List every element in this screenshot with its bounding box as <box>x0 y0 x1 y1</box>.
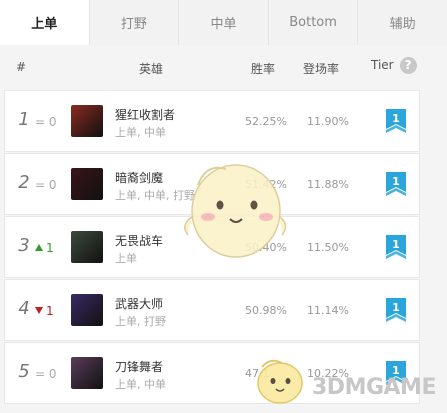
win-rate: 52.25% <box>245 115 287 128</box>
champion-row[interactable]: 4 1 武器大师上单, 打野 50.98% 11.14% 1 <box>4 279 420 341</box>
champion-roles: 上单, 中单 <box>115 378 166 391</box>
rank-column-header: # <box>16 60 27 74</box>
pickrate-column-header[interactable]: 登场率 <box>303 60 339 77</box>
rank-change-value: 1 <box>46 304 54 318</box>
rank-change: = 0 <box>35 115 57 129</box>
champion-roles: 上单 <box>115 252 137 265</box>
tier-badge-icon: 1 <box>386 109 406 133</box>
win-rate: 50.98% <box>245 304 287 317</box>
pick-rate: 11.90% <box>307 115 349 128</box>
rank-number: 1 <box>18 109 30 130</box>
champion-name[interactable]: 无畏战车 <box>115 232 163 249</box>
tier-value: 1 <box>392 112 400 125</box>
tier-label: Tier <box>371 58 394 72</box>
tab-mid[interactable]: 中单 <box>179 0 269 45</box>
champion-avatar[interactable] <box>71 231 103 263</box>
table-header: # 英雄 胜率 登场率 Tier? <box>0 45 447 90</box>
tab-bottom[interactable]: Bottom <box>269 0 359 45</box>
small-mascot-icon <box>257 359 303 404</box>
tier-value: 1 <box>392 175 400 188</box>
help-icon[interactable]: ? <box>399 57 417 74</box>
champion-avatar[interactable] <box>71 294 103 326</box>
tier-column-header: Tier? <box>371 57 417 74</box>
champion-avatar[interactable] <box>71 105 103 137</box>
tier-badge-icon: 1 <box>386 235 406 259</box>
site-watermark: 3DMGAME <box>312 375 436 400</box>
pick-rate: 11.14% <box>307 304 349 317</box>
rank-number: 2 <box>18 172 30 193</box>
tier-badge-icon: 1 <box>386 172 406 196</box>
champion-name[interactable]: 刀锋舞者 <box>115 358 163 375</box>
champion-roles: 上单, 中单 <box>115 126 166 139</box>
winrate-column-header[interactable]: 胜率 <box>251 60 275 77</box>
rank-change-value: = 0 <box>35 178 57 192</box>
rank-change: = 0 <box>35 178 57 192</box>
rank-change: = 0 <box>35 367 57 381</box>
rank-change-value: 1 <box>46 241 54 255</box>
tab-top[interactable]: 上单 <box>0 0 90 45</box>
rank-change-value: = 0 <box>35 115 57 129</box>
tier-value: 1 <box>392 238 400 251</box>
champion-name[interactable]: 暗裔剑魔 <box>115 169 163 186</box>
champion-avatar[interactable] <box>71 168 103 200</box>
rank-number: 3 <box>18 235 30 256</box>
tab-jungle[interactable]: 打野 <box>90 0 180 45</box>
hero-column-header: 英雄 <box>139 62 164 76</box>
rank-change: 1 <box>35 304 54 318</box>
position-tabs: 上单 打野 中单 Bottom 辅助 <box>0 0 447 46</box>
champion-row[interactable]: 1 = 0 猩红收割者上单, 中单 52.25% 11.90% 1 <box>4 90 420 152</box>
mascot-watermark-icon <box>184 164 287 258</box>
rank-change: 1 <box>35 241 54 255</box>
champion-name[interactable]: 武器大师 <box>115 295 163 312</box>
rank-change-value: = 0 <box>35 367 57 381</box>
rank-number: 5 <box>18 361 30 382</box>
rank-number: 4 <box>18 298 30 319</box>
tier-badge-icon: 1 <box>386 298 406 322</box>
trend-up-icon <box>35 244 43 251</box>
tier-value: 1 <box>392 301 400 314</box>
champion-name[interactable]: 猩红收割者 <box>115 106 175 123</box>
pick-rate: 11.88% <box>307 178 349 191</box>
champion-avatar[interactable] <box>71 357 103 389</box>
pick-rate: 11.50% <box>307 241 349 254</box>
champion-roles: 上单, 打野 <box>115 315 166 328</box>
trend-down-icon <box>35 307 43 314</box>
tab-support[interactable]: 辅助 <box>358 0 447 45</box>
